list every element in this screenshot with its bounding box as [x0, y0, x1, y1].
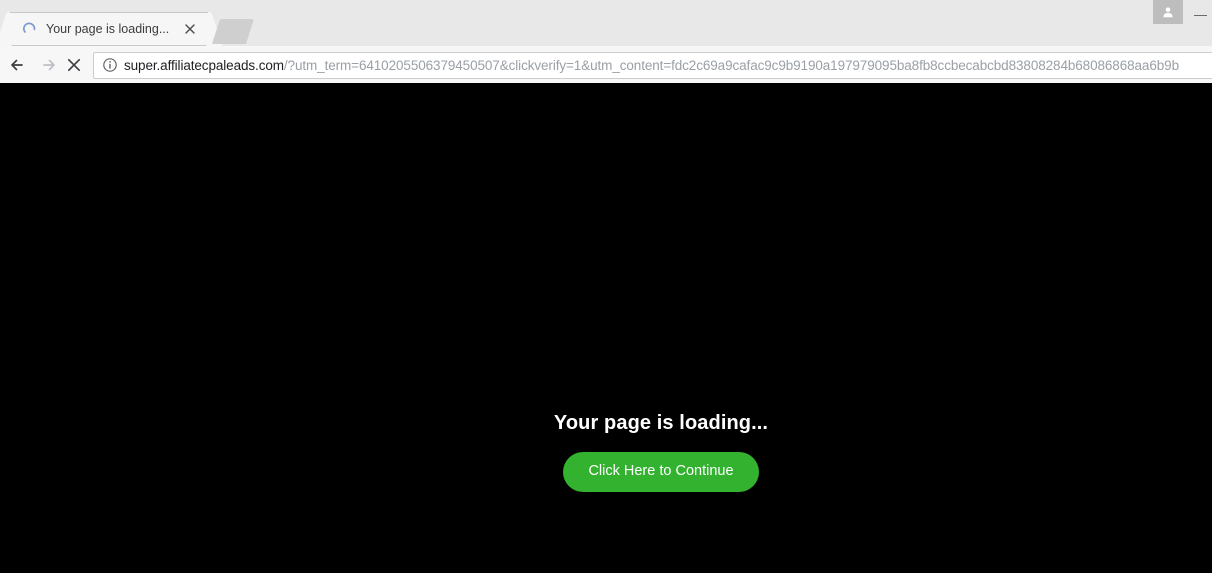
window-minimize-button[interactable]: [1190, 10, 1212, 22]
tab-title: Your page is loading...: [46, 22, 170, 36]
forward-arrow-icon: [43, 59, 55, 71]
loading-spinner-icon: [22, 21, 38, 37]
page-title: Your page is loading...: [553, 412, 769, 434]
cta-container: Click Here to Continue: [0, 452, 1212, 492]
stop-x-icon: [67, 58, 81, 72]
user-avatar-icon: [1163, 7, 1173, 18]
profile-avatar-button[interactable]: [1153, 0, 1183, 24]
browser-tab[interactable]: Your page is loading...: [0, 12, 223, 46]
stop-loading-button[interactable]: [62, 53, 86, 77]
info-circle-icon[interactable]: [102, 57, 118, 73]
url-query: /?utm_term=6410205506379450507&clickveri…: [283, 58, 1179, 73]
back-button[interactable]: [6, 53, 30, 77]
tab-strip: Your page is loading...: [0, 0, 1212, 46]
page-viewport: Your page is loading... Click Here to Co…: [0, 83, 1212, 573]
url-host: super.affiliatecpaleads.com: [124, 58, 284, 73]
page-content: Your page is loading... Click Here to Co…: [0, 83, 1212, 492]
close-icon[interactable]: [182, 21, 198, 37]
back-arrow-icon: [11, 59, 23, 71]
address-bar-url: super.affiliatecpaleads.com/?utm_term=64…: [124, 53, 1179, 78]
forward-button[interactable]: [36, 53, 60, 77]
browser-window: Your page is loading... super.affiliatec…: [0, 0, 1212, 573]
continue-button[interactable]: Click Here to Continue: [563, 452, 759, 492]
address-bar[interactable]: super.affiliatecpaleads.com/?utm_term=64…: [93, 52, 1212, 79]
